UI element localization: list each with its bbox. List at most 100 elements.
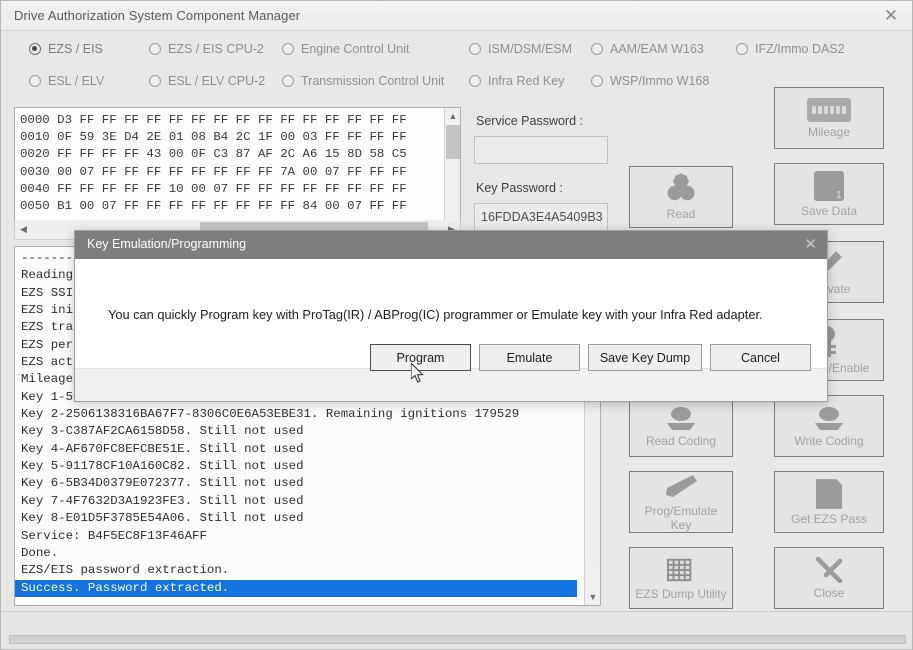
radio-esl-elv[interactable]: ESL / ELV xyxy=(29,74,104,88)
get-ezs-pass-button[interactable]: Get EZS Pass xyxy=(774,471,884,533)
button-label: EZS Dump Utility xyxy=(635,586,727,601)
floppy-icon: 1 xyxy=(814,170,844,201)
radio-indicator-icon xyxy=(282,75,294,87)
radio-indicator-icon xyxy=(591,75,603,87)
log-line: EZS init xyxy=(21,303,81,318)
button-label: Close xyxy=(813,585,845,600)
prog-emulate-key-button[interactable]: Prog/Emulate Key xyxy=(629,471,733,533)
scroll-up-icon[interactable]: ▲ xyxy=(445,108,460,124)
radio-label: EZS / EIS CPU-2 xyxy=(168,42,264,56)
scrollbar-thumb[interactable] xyxy=(446,125,460,159)
radio-label: Transmission Control Unit xyxy=(301,74,445,88)
key-password-label: Key Password : xyxy=(476,181,563,195)
hex-dump-view[interactable]: 0000 D3 FF FF FF FF FF FF FF FF FF FF FF… xyxy=(14,107,461,234)
log-line: EZS tran xyxy=(21,320,81,335)
scroll-down-icon[interactable]: ▼ xyxy=(585,589,600,605)
write-coding-button[interactable]: Write Coding xyxy=(774,395,884,457)
log-line: EZS SSID xyxy=(21,285,81,300)
radio-indicator-icon xyxy=(469,75,481,87)
dialog-close-icon[interactable]: ✕ xyxy=(804,235,817,253)
dialog-titlebar: Key Emulation/Programming ✕ xyxy=(75,231,827,259)
radio-indicator-icon xyxy=(149,43,161,55)
window-titlebar: Drive Authorization System Component Man… xyxy=(1,1,912,31)
radio-transmission-control-unit[interactable]: Transmission Control Unit xyxy=(282,74,444,88)
button-label: Prog/Emulate Key xyxy=(644,503,718,532)
radio-esl-elv-cpu-2[interactable]: ESL / ELV CPU-2 xyxy=(149,74,265,88)
log-line: Key 6-5B34D0379E072377. Still not used xyxy=(21,476,304,491)
log-line: Done. xyxy=(21,545,59,560)
odometer-icon xyxy=(807,97,851,122)
hex-dump-vertical-scrollbar[interactable]: ▲ ▼ xyxy=(444,108,460,233)
save-data-button[interactable]: 1 Save Data xyxy=(774,163,884,225)
radio-indicator-icon xyxy=(282,43,294,55)
button-label: Get EZS Pass xyxy=(790,511,868,526)
window-bottom-strip xyxy=(1,611,912,649)
radio-indicator-icon xyxy=(29,43,41,55)
scroll-left-icon[interactable]: ◀ xyxy=(15,220,32,238)
log-line: Key 1-59 xyxy=(21,389,81,404)
app-window: Drive Authorization System Component Man… xyxy=(0,0,913,650)
radio-ezs-eis-cpu-2[interactable]: EZS / EIS CPU-2 xyxy=(149,42,264,56)
radio-wsp-immo-w168[interactable]: WSP/Immo W168 xyxy=(591,74,709,88)
chip-icon xyxy=(811,405,847,431)
radio-indicator-icon xyxy=(591,43,603,55)
radio-label: EZS / EIS xyxy=(48,42,103,56)
gear-icon xyxy=(663,173,699,204)
ezs-dump-utility-button[interactable]: EZS Dump Utility xyxy=(629,547,733,609)
button-label: Write Coding xyxy=(794,433,864,448)
button-label: Save Data xyxy=(800,203,858,218)
radio-indicator-icon xyxy=(149,75,161,87)
mileage-button[interactable]: Mileage xyxy=(774,87,884,149)
log-line: Key 3-C387AF2CA6158D58. Still not used xyxy=(21,424,304,439)
radio-indicator-icon xyxy=(736,43,748,55)
log-line: Mileage xyxy=(21,372,74,387)
key-emulation-dialog: Key Emulation/Programming ✕ You can quic… xyxy=(74,230,828,402)
cancel-button[interactable]: Cancel xyxy=(710,344,811,371)
radio-infra-red-key[interactable]: Infra Red Key xyxy=(469,74,564,88)
radio-ism-dsm-esm[interactable]: ISM/DSM/ESM xyxy=(469,42,572,56)
dialog-title: Key Emulation/Programming xyxy=(87,237,247,251)
window-close-icon[interactable]: ✕ xyxy=(868,1,912,30)
chip-icon xyxy=(663,405,699,431)
save-key-dump-button[interactable]: Save Key Dump xyxy=(588,344,702,371)
radio-label: ESL / ELV CPU-2 xyxy=(168,74,266,88)
close-button[interactable]: Close xyxy=(774,547,884,609)
log-line: Key 4-AF670FC8EFCBE51E. Still not used xyxy=(21,441,304,456)
radio-label: Infra Red Key xyxy=(488,74,565,88)
radio-indicator-icon xyxy=(469,43,481,55)
radio-ezs-eis[interactable]: EZS / EIS xyxy=(29,42,103,56)
dump-icon xyxy=(665,556,697,584)
dialog-button-bar: Program Emulate Save Key Dump Cancel xyxy=(75,344,827,401)
radio-engine-control-unit[interactable]: Engine Control Unit xyxy=(282,42,409,56)
radio-aam-eam-w163[interactable]: AAM/EAM W163 xyxy=(591,42,704,56)
radio-label: ISM/DSM/ESM xyxy=(488,42,573,56)
log-line: Key 7-4F7632D3A1923FE3. Still not used xyxy=(21,493,304,508)
window-title: Drive Authorization System Component Man… xyxy=(14,8,301,23)
hex-dump-text: 0000 D3 FF FF FF FF FF FF FF FF FF FF FF… xyxy=(20,113,407,214)
bottom-scroll-bar[interactable] xyxy=(9,635,906,644)
log-line: Key 2-2506138316BA67F7-8306C0E6A53EBE31.… xyxy=(21,407,520,422)
log-line: Key 8-E01D5F3785E54A06. Still not used xyxy=(21,511,304,526)
button-label: Read Coding xyxy=(645,433,717,448)
radio-indicator-icon xyxy=(29,75,41,87)
doc-icon xyxy=(816,478,842,509)
key-password-input[interactable]: 16FDDA3E4A5409B3 xyxy=(474,203,608,231)
radio-label: ESL / ELV xyxy=(48,74,105,88)
dialog-message: You can quickly Program key with ProTag(… xyxy=(108,307,763,322)
emulate-button[interactable]: Emulate xyxy=(479,344,580,371)
button-label: Mileage xyxy=(807,124,851,139)
service-password-label: Service Password : xyxy=(476,114,583,128)
log-line: EZS acti xyxy=(21,355,81,370)
radio-ifz-immo-das2[interactable]: IFZ/Immo DAS2 xyxy=(736,42,845,56)
log-line: EZS pers xyxy=(21,337,81,352)
service-password-input[interactable] xyxy=(474,136,608,164)
button-label: Read xyxy=(666,207,696,221)
radio-label: WSP/Immo W168 xyxy=(610,74,710,88)
read-coding-button[interactable]: Read Coding xyxy=(629,395,733,457)
radio-label: Engine Control Unit xyxy=(301,42,410,56)
log-line: Reading xyxy=(21,268,74,283)
read-button[interactable]: Read xyxy=(629,166,733,228)
svg-text:1: 1 xyxy=(836,190,842,201)
log-line: EZS/EIS password extraction. xyxy=(21,563,230,578)
log-line-selected[interactable]: Success. Password extracted. xyxy=(15,579,577,597)
